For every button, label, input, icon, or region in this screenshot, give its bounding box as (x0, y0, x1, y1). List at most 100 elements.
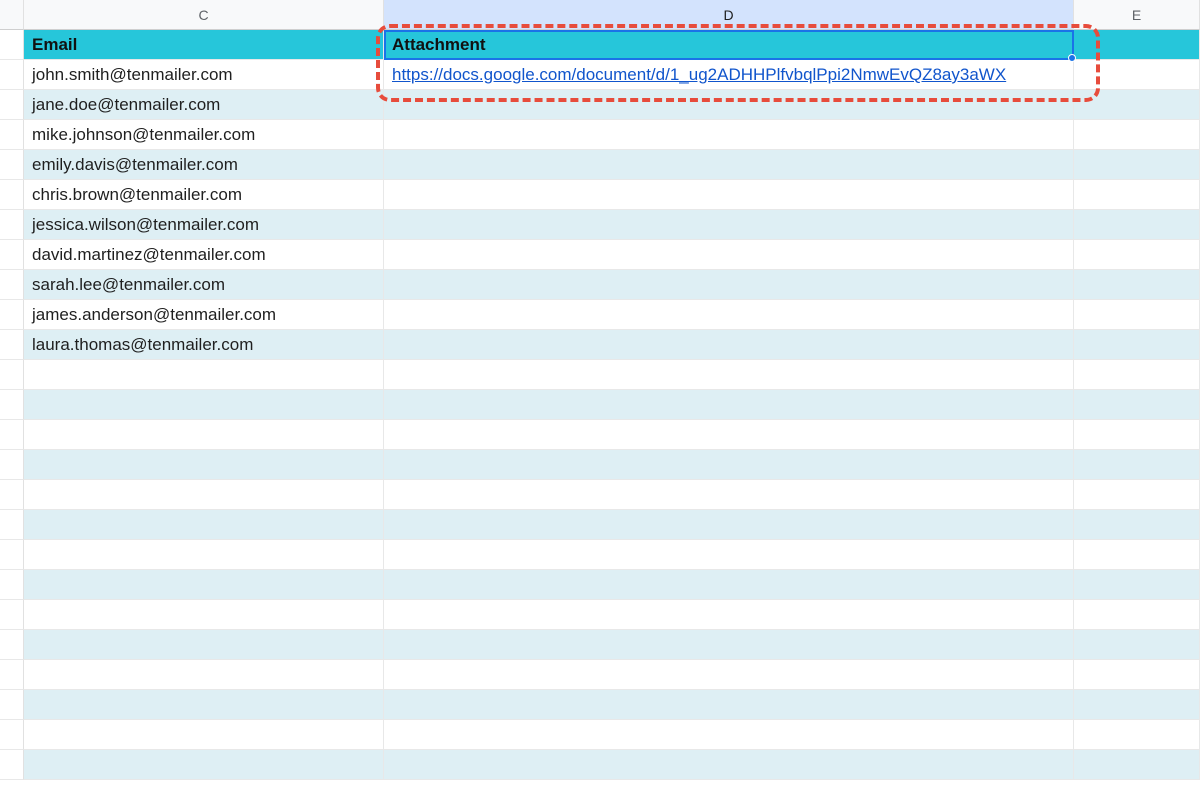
cell[interactable] (384, 120, 1074, 150)
row-stub[interactable] (0, 660, 24, 690)
col-header-e[interactable]: E (1074, 0, 1200, 30)
cell[interactable] (1074, 720, 1200, 750)
cell[interactable] (1074, 420, 1200, 450)
cell[interactable] (24, 510, 384, 540)
cell[interactable] (384, 90, 1074, 120)
cell[interactable] (24, 420, 384, 450)
row-stub[interactable] (0, 90, 24, 120)
email-cell[interactable]: mike.johnson@tenmailer.com (24, 120, 384, 150)
email-cell[interactable]: emily.davis@tenmailer.com (24, 150, 384, 180)
cell[interactable] (1074, 540, 1200, 570)
cell[interactable] (384, 750, 1074, 780)
cell[interactable] (384, 660, 1074, 690)
cell[interactable] (24, 570, 384, 600)
cell[interactable] (384, 420, 1074, 450)
cell[interactable] (1074, 570, 1200, 600)
cell[interactable] (1074, 750, 1200, 780)
cell[interactable] (24, 750, 384, 780)
cell[interactable] (384, 510, 1074, 540)
row-stub[interactable] (0, 60, 24, 90)
row-stub[interactable] (0, 570, 24, 600)
email-cell[interactable]: sarah.lee@tenmailer.com (24, 270, 384, 300)
cell[interactable] (384, 540, 1074, 570)
cell[interactable] (1074, 510, 1200, 540)
email-header-cell[interactable]: Email (24, 30, 384, 60)
cell[interactable] (384, 300, 1074, 330)
cell[interactable] (1074, 690, 1200, 720)
email-cell[interactable]: david.martinez@tenmailer.com (24, 240, 384, 270)
email-cell[interactable]: chris.brown@tenmailer.com (24, 180, 384, 210)
cell[interactable] (24, 600, 384, 630)
cell[interactable] (1074, 360, 1200, 390)
cell[interactable] (24, 720, 384, 750)
row-stub[interactable] (0, 360, 24, 390)
cell[interactable] (24, 660, 384, 690)
cell[interactable] (384, 570, 1074, 600)
cell[interactable] (1074, 60, 1200, 90)
row-stub[interactable] (0, 510, 24, 540)
cell[interactable] (384, 390, 1074, 420)
header-cell-e[interactable] (1074, 30, 1200, 60)
cell[interactable] (1074, 240, 1200, 270)
row-stub[interactable] (0, 330, 24, 360)
row-stub[interactable] (0, 420, 24, 450)
row-stub[interactable] (0, 690, 24, 720)
attachment-header-cell[interactable]: Attachment (384, 30, 1074, 60)
row-stub[interactable] (0, 540, 24, 570)
cell[interactable] (384, 450, 1074, 480)
cell[interactable] (384, 270, 1074, 300)
cell[interactable] (1074, 630, 1200, 660)
cell[interactable] (24, 540, 384, 570)
row-stub[interactable] (0, 600, 24, 630)
email-cell[interactable]: john.smith@tenmailer.com (24, 60, 384, 90)
cell[interactable] (384, 480, 1074, 510)
row-stub[interactable] (0, 630, 24, 660)
cell[interactable] (1074, 180, 1200, 210)
cell[interactable] (384, 630, 1074, 660)
cell[interactable] (24, 390, 384, 420)
row-stub[interactable] (0, 270, 24, 300)
cell[interactable] (1074, 300, 1200, 330)
row-stub[interactable] (0, 180, 24, 210)
cell[interactable] (24, 360, 384, 390)
email-cell[interactable]: jane.doe@tenmailer.com (24, 90, 384, 120)
cell[interactable] (384, 330, 1074, 360)
cell[interactable] (384, 600, 1074, 630)
row-stub[interactable] (0, 720, 24, 750)
cell[interactable] (1074, 150, 1200, 180)
cell[interactable] (24, 630, 384, 660)
cell[interactable] (1074, 90, 1200, 120)
row-stub[interactable] (0, 480, 24, 510)
email-cell[interactable]: jessica.wilson@tenmailer.com (24, 210, 384, 240)
cell[interactable] (384, 240, 1074, 270)
cell[interactable] (1074, 480, 1200, 510)
cell[interactable] (1074, 660, 1200, 690)
cell[interactable] (384, 720, 1074, 750)
cell[interactable] (1074, 390, 1200, 420)
cell[interactable] (1074, 270, 1200, 300)
cell[interactable] (384, 360, 1074, 390)
cell[interactable] (384, 180, 1074, 210)
cell[interactable] (24, 450, 384, 480)
cell[interactable] (1074, 210, 1200, 240)
col-header-c[interactable]: C (24, 0, 384, 30)
cell[interactable] (24, 480, 384, 510)
col-header-d[interactable]: D (384, 0, 1074, 30)
row-stub[interactable] (0, 390, 24, 420)
row-stub[interactable] (0, 30, 24, 60)
cell[interactable] (1074, 600, 1200, 630)
cell[interactable] (1074, 330, 1200, 360)
spreadsheet-grid[interactable]: C D E Email Attachment john.smith@tenmai… (0, 0, 1200, 780)
cell[interactable] (1074, 450, 1200, 480)
cell[interactable] (24, 690, 384, 720)
row-stub[interactable] (0, 300, 24, 330)
cell[interactable] (384, 690, 1074, 720)
cell[interactable] (1074, 120, 1200, 150)
email-cell[interactable]: james.anderson@tenmailer.com (24, 300, 384, 330)
row-stub[interactable] (0, 120, 24, 150)
row-stub[interactable] (0, 750, 24, 780)
email-cell[interactable]: laura.thomas@tenmailer.com (24, 330, 384, 360)
row-stub[interactable] (0, 210, 24, 240)
cell[interactable] (384, 210, 1074, 240)
row-stub[interactable] (0, 450, 24, 480)
